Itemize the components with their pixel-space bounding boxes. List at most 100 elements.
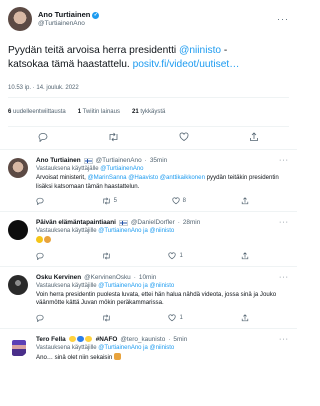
share-icon [241, 252, 248, 259]
reply-author-handle[interactable]: @tero_kaunisto [120, 336, 165, 343]
reply-button[interactable] [36, 252, 44, 260]
emoji-icon [113, 352, 121, 360]
like-icon [172, 197, 180, 205]
reply-button[interactable] [36, 197, 47, 206]
avatar[interactable] [8, 220, 28, 241]
retweet-icon [102, 197, 110, 205]
finland-flag-icon [118, 219, 128, 226]
author-handle[interactable]: @TurtiainenAno [38, 20, 99, 27]
heart-emojis [68, 335, 93, 343]
reply-text [36, 236, 289, 246]
avatar[interactable] [8, 274, 28, 295]
reply-icon [36, 252, 44, 260]
reply-time[interactable]: 5min [173, 336, 187, 343]
reply-tweet[interactable]: Päivän elämäntapaintiaani @DanielDorfler… [0, 212, 297, 267]
reply-text: Ano… sinä olet niin sekaisin [36, 352, 289, 363]
likes-stat[interactable]: 21 tykkäystä [132, 109, 165, 115]
yellow-heart-icon [84, 335, 92, 342]
reply-author-handle[interactable]: @DanielDorfler [131, 219, 175, 226]
replying-to-link[interactable]: @TurtiainenAno ja @niinisto [98, 283, 174, 289]
reply-button[interactable] [36, 314, 44, 322]
reply-icon [36, 314, 44, 322]
tweet-text: Pyydän teitä arvoisa herra presidentti @… [8, 44, 289, 72]
mention-link[interactable]: @niinisto [179, 45, 221, 56]
reply-text: Arvoisat ministerit, @MarinSanna @Haavis… [36, 174, 279, 190]
retweet-button[interactable] [102, 314, 111, 322]
emoji-icon [44, 236, 51, 244]
replying-to-link[interactable]: @TurtiainenAno ja @niinisto [98, 228, 174, 234]
share-icon[interactable] [249, 132, 259, 144]
reply-author-name[interactable]: Ano Turtiainen [36, 157, 81, 164]
replying-to-link[interactable]: @TurtiainenAno [100, 166, 143, 172]
url-link[interactable]: positv.fi/videot/uutiset… [133, 59, 240, 70]
tweet-stats: 6 uudelleentwiittausta 1 Twiitin lainaus… [8, 98, 289, 126]
more-icon[interactable]: ··· [279, 157, 289, 164]
main-tweet: Ano Turtiainen ✓ @TurtiainenAno ··· Pyyd… [0, 0, 297, 149]
main-author-row: Ano Turtiainen ✓ @TurtiainenAno ··· [8, 4, 289, 34]
like-icon [168, 314, 176, 322]
more-icon[interactable]: ··· [279, 336, 289, 343]
share-icon [241, 314, 248, 322]
retweet-icon [103, 252, 110, 260]
blue-heart-icon [76, 335, 84, 342]
retweet-count: 5 [113, 198, 117, 205]
more-icon[interactable]: ··· [279, 274, 289, 281]
reply-actions: 1 [36, 314, 249, 322]
reply-text: Voin herra presidentin puolesta luvata, … [36, 290, 277, 307]
reply-author-handle[interactable]: @TurtiainenAno [96, 157, 142, 164]
reply-tweet[interactable]: Ano Turtiainen @TurtiainenAno · 35min ··… [0, 150, 297, 213]
like-button[interactable]: 8 [172, 197, 186, 205]
like-count: 1 [179, 314, 183, 321]
like-icon[interactable] [179, 132, 189, 144]
retweet-button[interactable] [102, 252, 111, 260]
reply-author-name[interactable]: Osku Kervinen [36, 274, 81, 281]
reply-actions: 1 [36, 252, 249, 260]
replying-to: Vastauksena käyttäjille @TurtiainenAno j… [36, 228, 175, 235]
verified-badge-icon: ✓ [92, 11, 100, 19]
like-button[interactable]: 1 [168, 314, 183, 322]
more-icon[interactable]: ··· [279, 219, 289, 226]
mention-link[interactable]: @MarinSanna @Haavisto @anttikaikkonen [87, 174, 204, 181]
author-name[interactable]: Ano Turtiainen [38, 10, 90, 20]
replying-to: Vastauksena käyttäjälle @TurtiainenAno [36, 166, 144, 172]
reply-author-name[interactable]: Päivän elämäntapaintiaani [36, 219, 116, 226]
retweet-button[interactable]: 5 [102, 197, 117, 205]
reply-tweet[interactable]: Tero Fella #NAFO @tero_kaunisto · 5min ·… [0, 329, 297, 369]
retweet-icon [103, 314, 110, 322]
reply-time[interactable]: 10min [139, 274, 156, 281]
more-icon[interactable]: ··· [277, 14, 289, 24]
reply-tweet[interactable]: Osku Kervinen @KervinenOsku · 10min ··· … [0, 267, 297, 329]
replying-to-link[interactable]: @TurtiainenAno ja @niinisto [98, 345, 174, 351]
avatar[interactable] [8, 7, 32, 31]
reply-time[interactable]: 28min [183, 219, 200, 226]
tweet-timestamp[interactable]: 10.53 ip. · 14. jouluk. 2022 [8, 85, 289, 97]
reply-actions: 5 8 [36, 197, 249, 206]
finland-flag-icon [83, 157, 93, 164]
share-button[interactable] [241, 314, 249, 322]
avatar[interactable] [8, 336, 28, 357]
reply-author-handle[interactable]: @KervinenOsku [84, 274, 131, 281]
reply-author-name[interactable]: Tero Fella [36, 336, 66, 343]
tweet-text-part: - [221, 45, 228, 56]
author-info: Ano Turtiainen ✓ @TurtiainenAno [38, 10, 100, 27]
reply-time[interactable]: 35min [150, 157, 167, 164]
name-tag: #NAFO [95, 335, 118, 343]
retweets-stat[interactable]: 6 uudelleentwiittausta [8, 109, 66, 115]
share-button[interactable] [241, 197, 249, 205]
replying-to: Vastauksena käyttäjille @TurtiainenAno j… [36, 282, 175, 289]
tweet-text-part: katsokaa tämä haastattelu. [8, 59, 133, 70]
like-count: 1 [179, 252, 183, 259]
tweet-text-part: Pyydän teitä arvoisa herra presidentti [8, 45, 180, 56]
replying-to: Vastauksena käyttäjille @TurtiainenAno j… [36, 344, 175, 351]
reply-icon[interactable] [38, 132, 48, 144]
quotes-stat[interactable]: 1 Twiitin lainaus [78, 109, 120, 115]
retweet-icon[interactable] [108, 132, 119, 144]
share-icon [241, 197, 248, 205]
emoji-icon [36, 236, 43, 244]
main-actions [8, 127, 289, 149]
yellow-heart-icon [68, 335, 76, 342]
avatar[interactable] [8, 158, 28, 178]
like-count: 8 [182, 198, 186, 205]
like-button[interactable]: 1 [168, 252, 183, 260]
share-button[interactable] [241, 252, 249, 260]
